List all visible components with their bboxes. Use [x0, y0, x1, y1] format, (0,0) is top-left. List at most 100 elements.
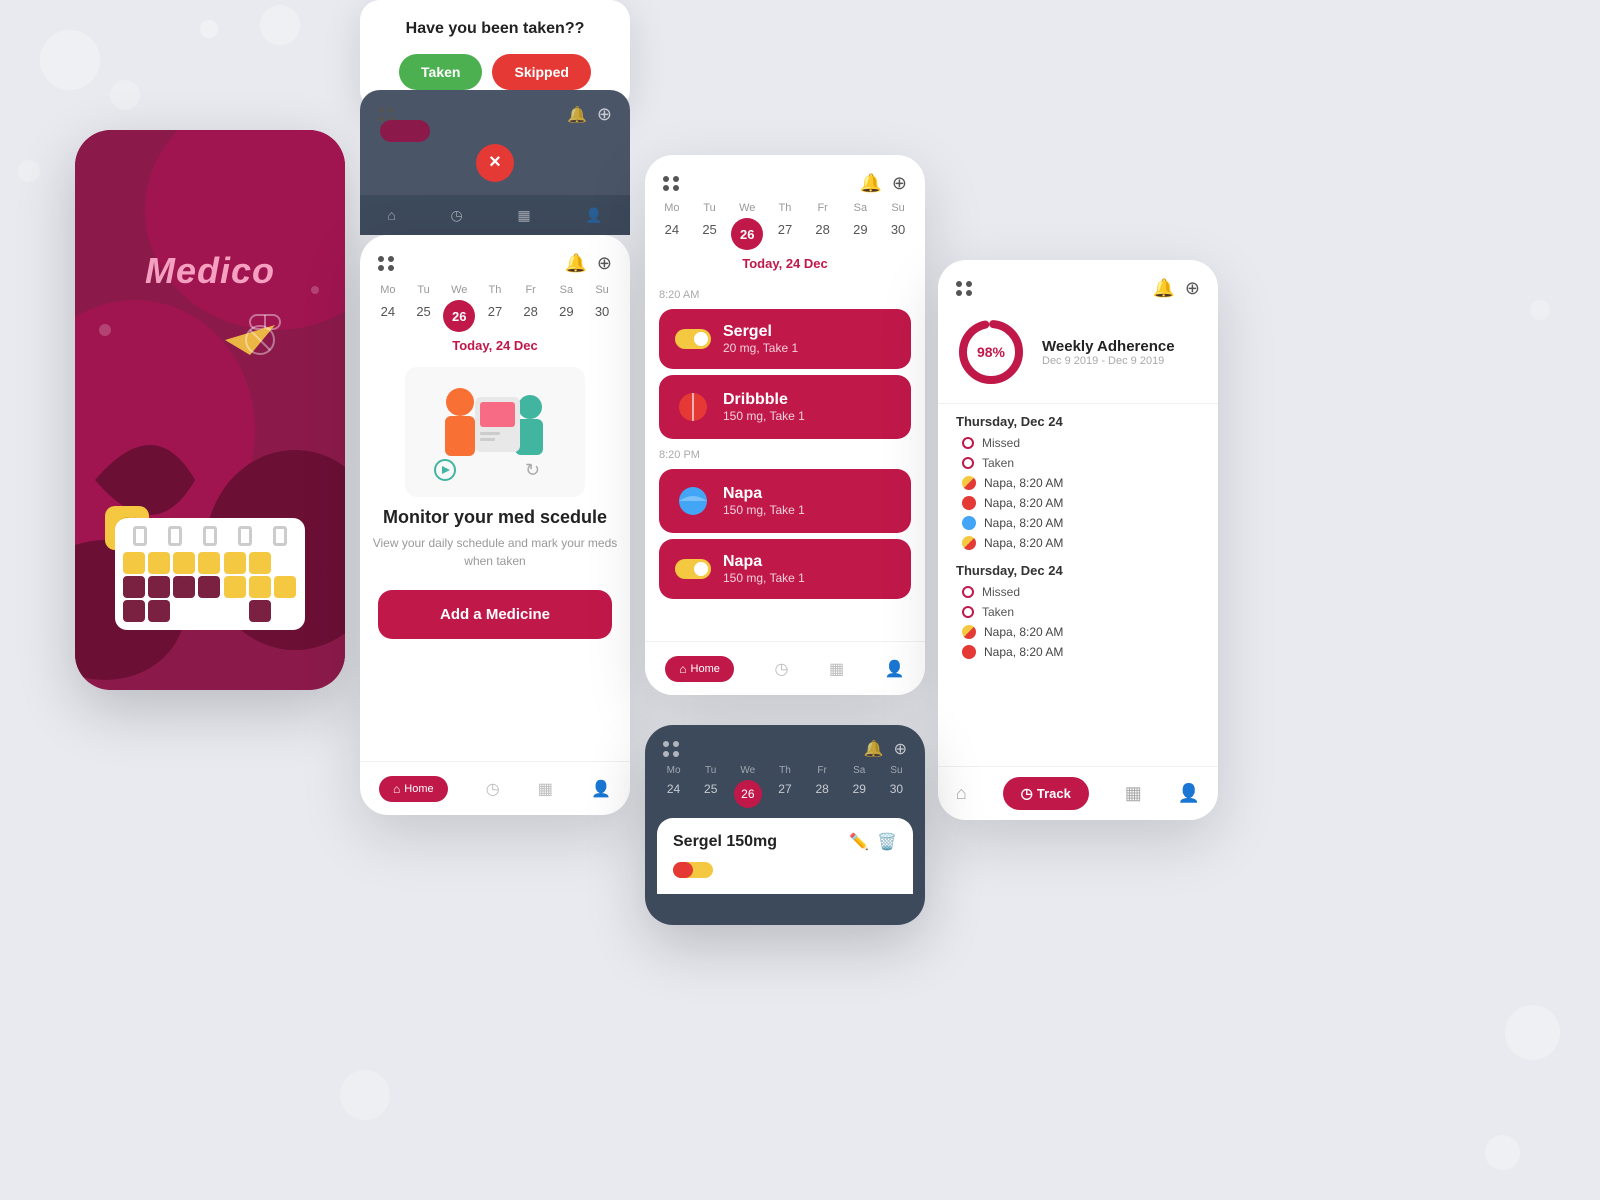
date-29[interactable]: 29 — [845, 780, 873, 808]
day-th: Th — [479, 284, 511, 296]
cal-cell — [173, 600, 195, 622]
phone3-header: 🔔 ⊕ — [360, 235, 630, 284]
calendar-nav[interactable]: ▦ — [829, 659, 844, 679]
bell-icon[interactable]: 🔔 — [567, 105, 587, 125]
monitor-title: Monitor your med scedule — [360, 507, 630, 528]
bell-icon[interactable]: 🔔 — [1152, 278, 1174, 299]
phone6-header: 🔔 ⊕ — [645, 725, 925, 765]
date-30[interactable]: 30 — [882, 780, 910, 808]
cal-cell — [148, 576, 170, 598]
profile-nav[interactable]: 👤 — [885, 659, 905, 679]
med-name-napa2: Napa — [723, 553, 895, 571]
chart-nav[interactable]: ◷ — [774, 659, 788, 679]
cal-cell — [224, 576, 246, 598]
date-26-active[interactable]: 26 — [734, 780, 762, 808]
detail-actions: ✏️ 🗑️ — [849, 832, 897, 852]
dark-nav: ⌂ ◷ ▦ 👤 — [360, 195, 630, 235]
profile-nav[interactable]: 👤 — [591, 779, 611, 799]
date-28[interactable]: 28 — [807, 218, 839, 250]
bubble-1 — [40, 30, 100, 90]
calendar-icon: ▦ — [538, 779, 553, 799]
adherence-percent: 98% — [977, 344, 1005, 360]
toggle-napa2[interactable] — [675, 559, 711, 579]
bell-icon[interactable]: 🔔 — [564, 253, 586, 274]
med-info-dribbble: Dribbble 150 mg, Take 1 — [723, 391, 895, 423]
day-sa: Sa — [844, 202, 876, 214]
plus-icon[interactable]: ⊕ — [597, 104, 612, 125]
date-27[interactable]: 27 — [479, 300, 511, 332]
phone-med-detail: 🔔 ⊕ Mo Tu We Th Fr Sa Su 24 25 26 27 28 … — [645, 725, 925, 925]
date-26-active[interactable]: 26 — [443, 300, 475, 332]
pill-badge — [380, 120, 430, 142]
cal-cell — [274, 600, 296, 622]
edit-icon[interactable]: ✏️ — [849, 832, 869, 852]
date-25[interactable]: 25 — [697, 780, 725, 808]
cal-cell — [198, 576, 220, 598]
calendar-nav-icon[interactable]: ▦ — [517, 207, 530, 224]
date-27[interactable]: 27 — [769, 218, 801, 250]
taken-button[interactable]: Taken — [399, 54, 482, 90]
day-sa: Sa — [845, 765, 873, 776]
home-nav[interactable]: ⌂ Home — [665, 656, 734, 682]
bell-icon[interactable]: 🔔 — [859, 173, 881, 194]
med-card-sergel: Sergel 20 mg, Take 1 — [659, 309, 911, 369]
taken-label-2: Taken — [982, 605, 1014, 619]
date-30[interactable]: 30 — [586, 300, 618, 332]
date-24[interactable]: 24 — [372, 300, 404, 332]
skipped-button[interactable]: Skipped — [492, 54, 590, 90]
missed-label-2: Missed — [982, 585, 1020, 599]
home-nav[interactable]: ⌂ Home — [379, 776, 448, 802]
cal-cell — [123, 576, 145, 598]
date-28[interactable]: 28 — [515, 300, 547, 332]
add-medicine-button[interactable]: Add a Medicine — [378, 590, 612, 639]
missed-circle — [962, 437, 974, 449]
taken-row-1: Taken — [938, 453, 1218, 473]
calendar-nav[interactable]: ▦ — [538, 779, 553, 799]
med-dot-yellow3 — [962, 625, 976, 639]
donut-chart: 98% — [956, 317, 1026, 387]
cal-cell — [224, 600, 246, 622]
date-26-active[interactable]: 26 — [731, 218, 763, 250]
plus-icon[interactable]: ⊕ — [597, 253, 612, 274]
home-nav-icon[interactable]: ⌂ — [956, 783, 967, 804]
profile-nav-icon[interactable]: 👤 — [585, 207, 602, 224]
toggle-sergel[interactable] — [675, 329, 711, 349]
med-card-napa1: Napa 150 mg, Take 1 — [659, 469, 911, 533]
date-25[interactable]: 25 — [408, 300, 440, 332]
delete-icon[interactable]: 🗑️ — [877, 832, 897, 852]
menu-icon[interactable] — [378, 256, 394, 272]
date-29[interactable]: 29 — [844, 218, 876, 250]
bubble-2 — [110, 80, 140, 110]
day-tu: Tu — [697, 765, 725, 776]
plus-icon[interactable]: ⊕ — [1185, 278, 1200, 299]
date-25[interactable]: 25 — [694, 218, 726, 250]
track-button[interactable]: ◷ Track — [1003, 777, 1089, 810]
med-info-napa1: Napa 150 mg, Take 1 — [723, 485, 895, 517]
date-29[interactable]: 29 — [550, 300, 582, 332]
splash-title: Medico — [75, 250, 345, 292]
calendar-nav-icon[interactable]: ▦ — [1125, 783, 1142, 804]
med-item-napa6: Napa, 8:20 AM — [938, 642, 1218, 662]
menu-icon[interactable] — [663, 741, 679, 757]
bubble-4 — [260, 5, 300, 45]
adherence-title: Weekly Adherence — [1042, 338, 1175, 355]
chart-nav-icon[interactable]: ◷ — [450, 207, 462, 224]
home-nav-icon[interactable]: ⌂ — [387, 207, 395, 223]
chart-nav[interactable]: ◷ — [486, 779, 500, 799]
phone5-header: 🔔 ⊕ — [938, 260, 1218, 307]
date-24[interactable]: 24 — [656, 218, 688, 250]
date-28[interactable]: 28 — [808, 780, 836, 808]
date-30[interactable]: 30 — [882, 218, 914, 250]
profile-nav-icon[interactable]: 👤 — [1178, 783, 1200, 804]
plus-icon[interactable]: ⊕ — [894, 739, 907, 759]
missed-row-2: Missed — [938, 582, 1218, 602]
menu-icon[interactable] — [956, 281, 972, 297]
date-27[interactable]: 27 — [771, 780, 799, 808]
taken-row-2: Taken — [938, 602, 1218, 622]
date-24[interactable]: 24 — [660, 780, 688, 808]
menu-icon[interactable] — [663, 176, 679, 192]
plus-icon[interactable]: ⊕ — [892, 173, 907, 194]
bell-icon[interactable]: 🔔 — [864, 739, 884, 759]
med-card-napa2: Napa 150 mg, Take 1 — [659, 539, 911, 599]
close-button[interactable]: × — [476, 144, 514, 182]
